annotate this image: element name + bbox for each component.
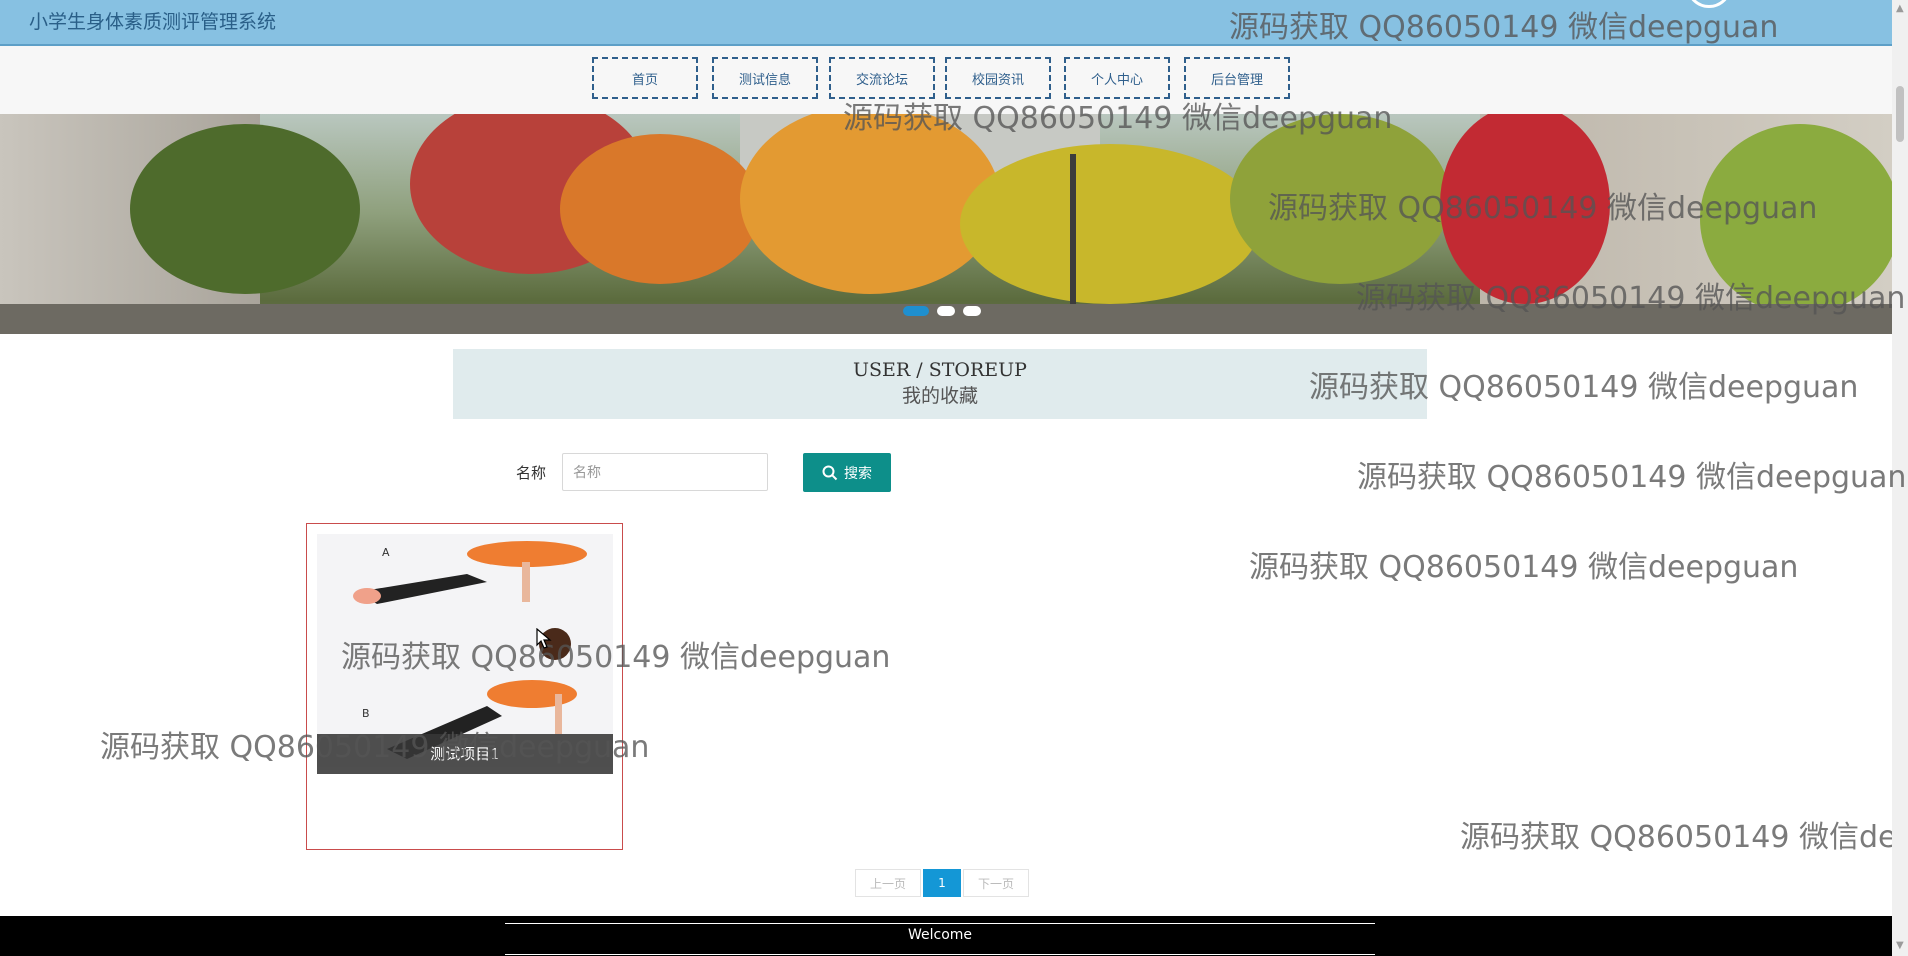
carousel-dot[interactable]	[903, 306, 929, 316]
nav-forum[interactable]: 交流论坛	[829, 57, 935, 99]
nav-home[interactable]: 首页	[592, 57, 698, 99]
tree-foliage	[740, 114, 1000, 294]
search-button[interactable]: 搜索	[803, 453, 891, 492]
svg-text:A: A	[382, 546, 390, 559]
scroll-thumb[interactable]	[1896, 86, 1904, 142]
section-header: USER / STOREUP 我的收藏	[453, 349, 1427, 419]
carousel-banner[interactable]	[0, 114, 1892, 334]
scroll-down-arrow-icon[interactable]: ▼	[1896, 940, 1904, 951]
search-input[interactable]	[562, 453, 768, 491]
search-button-label: 搜索	[844, 465, 872, 482]
nav-campus-news[interactable]: 校园资讯	[945, 57, 1051, 99]
user-avatar[interactable]	[1686, 0, 1732, 8]
tree-foliage	[560, 134, 760, 284]
favorite-item-card[interactable]: A B 测试项目1	[306, 523, 623, 850]
nav-personal-center[interactable]: 个人中心	[1064, 57, 1170, 99]
prev-page-button[interactable]: 上一页	[855, 869, 921, 897]
item-image: A B	[317, 534, 613, 767]
section-title-cn: 我的收藏	[901, 385, 978, 407]
page-scrollbar[interactable]: ▲ ▼	[1892, 0, 1908, 956]
next-page-button[interactable]: 下一页	[963, 869, 1029, 897]
carousel-dot[interactable]	[963, 306, 981, 316]
tree-foliage	[1700, 124, 1892, 314]
pushup-illustration: A B	[353, 541, 587, 759]
search-icon	[822, 465, 838, 480]
watermark: 源码获取 QQ86050149 微信deepguan	[1249, 550, 1799, 585]
carousel-dot[interactable]	[937, 306, 955, 316]
footer: Welcome	[0, 916, 1892, 956]
tree-foliage	[130, 124, 360, 294]
footer-welcome: Welcome	[907, 927, 973, 943]
scroll-up-arrow-icon[interactable]: ▲	[1896, 3, 1904, 14]
item-title: 测试项目1	[317, 734, 613, 774]
top-bar: 小学生身体素质测评管理系统	[0, 0, 1908, 46]
pagination: 上一页 1 下一页	[855, 869, 1029, 897]
watermark: 源码获取 QQ86050149 微信deepguan	[1460, 820, 1892, 855]
main-nav: 首页 测试信息 交流论坛 校园资讯 个人中心 后台管理	[0, 46, 1908, 114]
section-title-en: USER / STOREUP	[853, 359, 1027, 381]
mouse-cursor-icon	[536, 628, 552, 649]
tree-foliage	[1230, 114, 1450, 284]
footer-divider	[505, 923, 1375, 924]
svg-text:B: B	[362, 707, 370, 720]
nav-admin[interactable]: 后台管理	[1184, 57, 1290, 99]
search-label: 名称	[516, 464, 547, 482]
watermark: 源码获取 QQ86050149 微信deepguan	[1357, 460, 1907, 495]
carousel-indicators	[903, 306, 981, 316]
tree-foliage	[960, 144, 1260, 304]
nav-test-info[interactable]: 测试信息	[712, 57, 818, 99]
site-title: 小学生身体素质测评管理系统	[29, 11, 277, 33]
page-number-button[interactable]: 1	[923, 869, 961, 897]
footer-divider	[505, 954, 1375, 955]
